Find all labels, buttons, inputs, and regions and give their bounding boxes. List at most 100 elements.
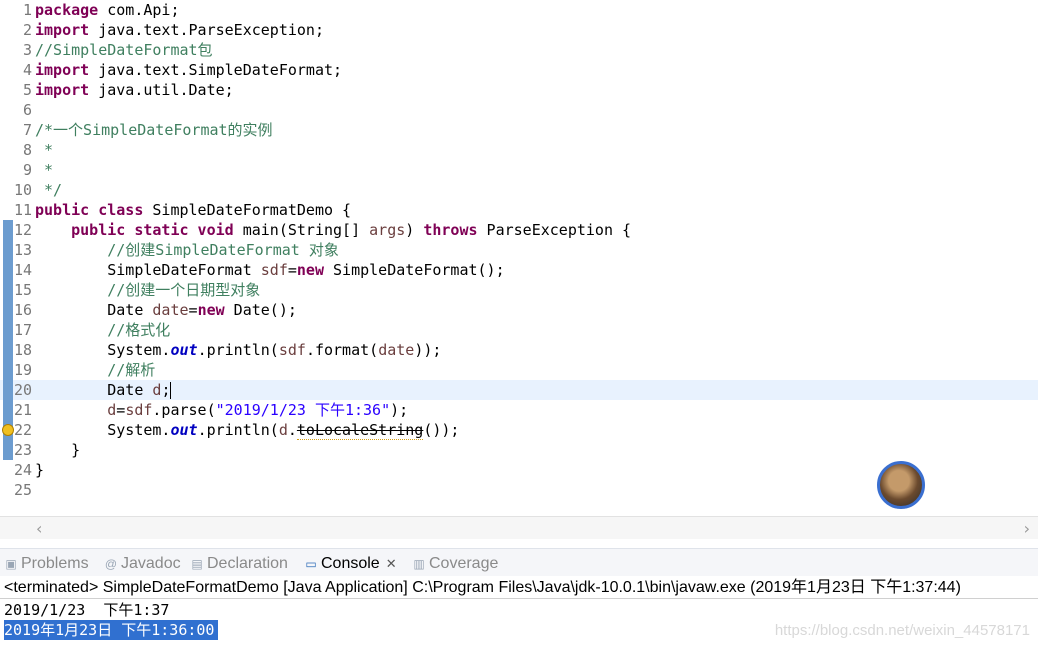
change-marker [3,360,13,380]
code-text: = [188,301,198,319]
tab-coverage[interactable]: ▥ Coverage [412,553,498,575]
tab-declaration[interactable]: ▤ Declaration [190,553,288,575]
change-marker [3,320,13,340]
line-number: 19 [13,361,32,379]
editor-line-9[interactable]: 9 * [0,160,1038,180]
editor-line-6[interactable]: 6 [0,100,1038,120]
line-number: 2 [22,21,32,39]
line-number: 7 [22,121,32,139]
editor-line-11[interactable]: 11 public class SimpleDateFormatDemo { [0,200,1038,220]
line-number: 18 [13,341,32,359]
console-output-line-selected[interactable]: 2019年1月23日 下午1:36:00 [4,620,219,640]
line-number: 12 [13,221,32,239]
tab-problems[interactable]: ▣ Problems [4,553,88,575]
variable: args [369,221,406,239]
change-marker [3,400,13,420]
coverage-icon: ▥ [413,557,425,571]
editor-line-3[interactable]: 3 //SimpleDateFormat包 [0,40,1038,60]
line-number: 5 [22,81,32,99]
keyword: package [35,1,99,19]
line-number: 4 [22,61,32,79]
change-marker [3,380,13,400]
declaration-icon: ▤ [191,557,203,571]
text-caret [170,382,172,399]
code-text: } [35,461,45,479]
comment: /*一个SimpleDateFormat的实例 [35,121,273,139]
code-editor[interactable]: 1 package com.Api; 2 import java.text.Pa… [0,0,1038,520]
console-panel[interactable]: <terminated> SimpleDateFormatDemo [Java … [0,576,1038,650]
code-text: .println( [197,421,279,439]
code-text: ); [390,401,409,419]
editor-line-12-text[interactable]: 12 public static void main(String[] args… [0,220,1038,240]
editor-line-10[interactable]: 10 */ [0,180,1038,200]
editor-line-14[interactable]: 14 SimpleDateFormat sdf=new SimpleDateFo… [0,260,1038,280]
editor-line-5[interactable]: 5 import java.util.Date; [0,80,1038,100]
editor-line-1[interactable]: 1 package com.Api; [0,0,1038,20]
line-number: 1 [22,1,32,19]
tab-console[interactable]: ▭ Console ✕ [304,553,397,575]
comment: //创建一个日期型对象 [107,281,261,299]
keyword: public static void [71,221,234,239]
console-output-line[interactable]: 2019/1/23 下午1:37 [4,600,169,620]
tab-label: Coverage [429,555,499,572]
avatar[interactable] [877,461,925,509]
static-field: out [170,421,198,439]
code-text: )); [414,341,442,359]
editor-line-21[interactable]: 21 d=sdf.parse("2019/1/23 下午1:36"); [0,400,1038,420]
comment: //解析 [107,361,156,379]
code-text: ()); [423,421,460,439]
keyword: throws [423,221,478,239]
comment: //创建SimpleDateFormat 对象 [107,241,339,259]
editor-line-23[interactable]: 23 } [0,440,1038,460]
comment: */ [35,181,63,199]
editor-line-17[interactable]: 17 //格式化 [0,320,1038,340]
code-text: System. [107,421,171,439]
editor-line-4[interactable]: 4 import java.text.SimpleDateFormat; [0,60,1038,80]
code-text: } [35,441,81,459]
keyword: import [35,21,90,39]
keyword: new [296,261,324,279]
variable: d [278,421,288,439]
code-text: java.text.ParseException; [89,21,324,39]
keyword: new [197,301,225,319]
editor-line-18[interactable]: 18 System.out.println(sdf.format(date)); [0,340,1038,360]
editor-line-19[interactable]: 19 //解析 [0,360,1038,380]
code-text: java.text.SimpleDateFormat; [89,61,343,79]
line-number: 21 [13,401,32,419]
code-text: SimpleDateFormat [107,261,261,279]
editor-line-7[interactable]: 7 /*一个SimpleDateFormat的实例 [0,120,1038,140]
editor-line-22[interactable]: 22 System.out.println(d.toLocaleString()… [0,420,1038,440]
scroll-right-icon[interactable]: › [1024,519,1030,538]
code-text: main(String[] [233,221,370,239]
view-tab-bar: ▣ Problems @ Javadoc ▤ Declaration ▭ Console… [0,548,1038,577]
horizontal-scrollbar[interactable]: ‹ › [0,516,1038,539]
code-text: Date(); [224,301,297,319]
change-marker [3,280,13,300]
static-field: out [170,341,198,359]
change-marker [3,260,13,280]
divider [0,598,1038,599]
tab-javadoc[interactable]: @ Javadoc [104,553,181,575]
editor-line-8[interactable]: 8 * [0,140,1038,160]
warning-icon[interactable] [2,424,14,436]
comment: //SimpleDateFormat包 [35,41,213,59]
editor-line-15[interactable]: 15 //创建一个日期型对象 [0,280,1038,300]
line-number: 14 [13,261,32,279]
editor-line-13[interactable]: 13 //创建SimpleDateFormat 对象 [0,240,1038,260]
editor-line-16[interactable]: 16 Date date=new Date(); [0,300,1038,320]
variable: sdf [125,401,153,419]
line-number: 23 [13,441,32,459]
code-text: Date [107,301,153,319]
editor-line-2[interactable]: 2 import java.text.ParseException; [0,20,1038,40]
close-icon[interactable]: ✕ [386,556,397,571]
variable: date [378,341,415,359]
line-number: 15 [13,281,32,299]
variable: sdf [260,261,288,279]
editor-line-20[interactable]: 20 Date d; [0,380,1038,400]
code-text: .parse( [152,401,216,419]
scroll-left-icon[interactable]: ‹ [36,519,42,538]
